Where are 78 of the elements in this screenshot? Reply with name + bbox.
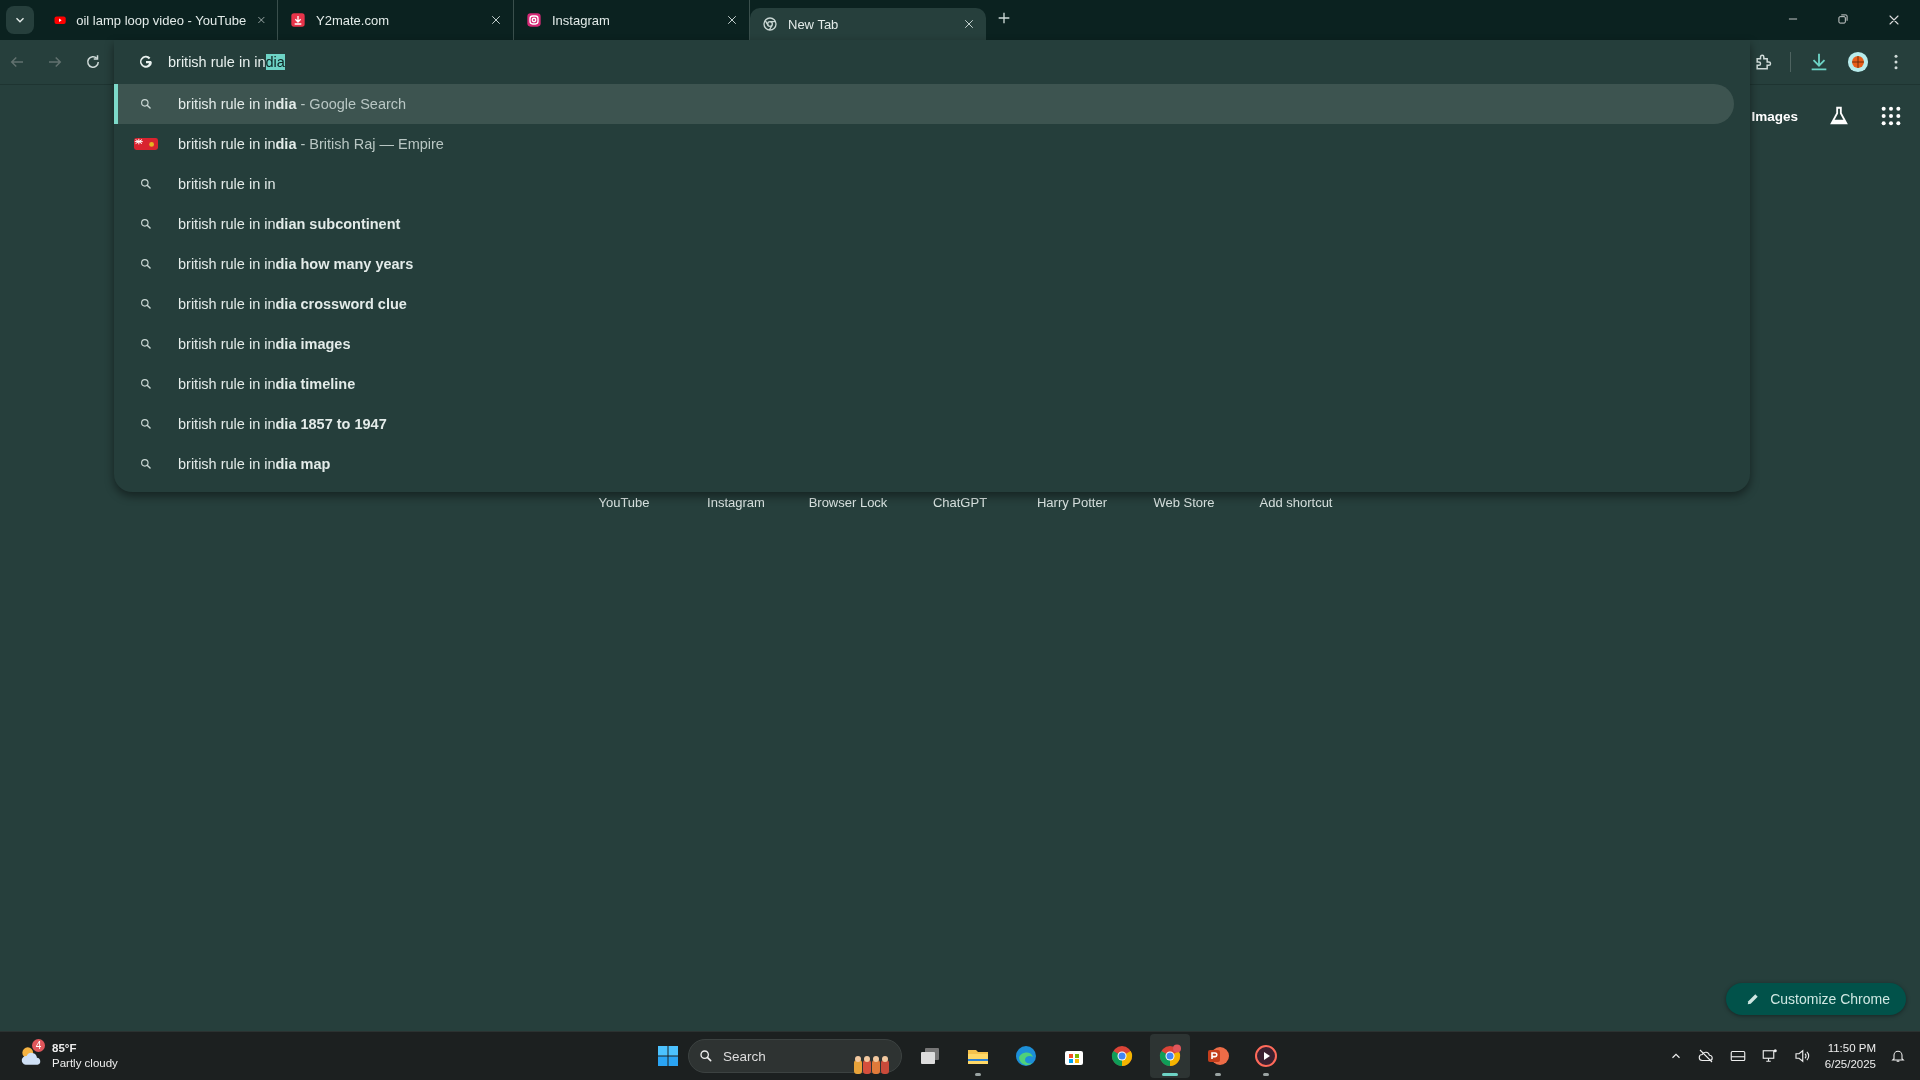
clock-date[interactable]: 6/25/2025 [1824, 1056, 1876, 1072]
search-icon [139, 217, 153, 231]
search-icon [698, 1048, 714, 1064]
search-icon [139, 257, 153, 271]
suggestion-item[interactable]: british rule in india how many years [114, 244, 1734, 284]
google-logo-icon [138, 54, 154, 70]
weather-condition: Partly cloudy [52, 1056, 118, 1071]
suggestion-text: british rule in india map [178, 456, 331, 472]
search-icon [139, 177, 153, 191]
clock-time[interactable]: 11:50 PM [1827, 1040, 1876, 1056]
search-icon [139, 417, 153, 431]
reload-icon[interactable] [84, 53, 102, 71]
search-icon [139, 337, 153, 351]
suggestion-text: british rule in india timeline [178, 376, 356, 392]
tab-title: Instagram [552, 12, 611, 28]
suggestion-text: british rule in india - British Raj — Empire [178, 136, 444, 152]
plus-icon[interactable] [996, 10, 1012, 26]
shortcut-label[interactable]: YouTube [568, 495, 680, 510]
shortcut-label[interactable]: ChatGPT [904, 495, 1016, 510]
suggestion-item[interactable]: british rule in india images [114, 324, 1734, 364]
flask-icon[interactable] [1828, 105, 1850, 127]
pencil-icon [1746, 992, 1761, 1006]
chrome-logo-icon [1158, 1044, 1182, 1068]
suggestion-text: british rule in india how many years [178, 256, 414, 272]
suggestion-text: british rule in india crossword clue [178, 296, 407, 312]
suggestion-text: british rule in india images [178, 336, 351, 352]
close-icon[interactable] [725, 13, 739, 27]
notification-badge: 4 [32, 1039, 45, 1052]
close-icon[interactable] [962, 17, 976, 31]
shortcut-label[interactable]: Browser Lock [792, 495, 904, 510]
tab-title: New Tab [788, 16, 840, 32]
shortcut-label[interactable]: Instagram [680, 495, 792, 510]
search-icon [139, 457, 153, 471]
temperature-text: 85°F [52, 1041, 78, 1056]
suggestion-text: british rule in india 1857 to 1947 [178, 416, 387, 432]
cloud-off-icon[interactable] [1696, 1047, 1715, 1065]
search-icon [139, 377, 153, 391]
chrome-logo-icon [762, 16, 778, 32]
download-logo-icon [290, 12, 306, 28]
slides-logo-icon [1206, 1044, 1230, 1068]
suggestion-item[interactable]: british rule in india 1857 to 1947 [114, 404, 1734, 444]
tab-title: oil lamp loop video - YouTube [76, 12, 247, 28]
windows-logo-icon[interactable] [656, 1044, 680, 1068]
suggestion-item[interactable]: british rule in india map [114, 444, 1734, 484]
shortcut-label[interactable]: Harry Potter [1016, 495, 1128, 510]
tab-search-button[interactable] [6, 6, 34, 34]
taskbar-search-field[interactable]: Search [688, 1039, 902, 1073]
camera-logo-icon [526, 12, 542, 28]
puzzle-piece-icon[interactable] [1753, 52, 1773, 72]
close-icon[interactable] [489, 13, 503, 27]
address-field[interactable]: british rule in india [168, 54, 285, 70]
tab-title: Y2mate.com [316, 12, 390, 28]
bell-icon[interactable] [1890, 1048, 1906, 1064]
suggestion-text: british rule in india - Google Search [178, 96, 407, 112]
suggestion-item[interactable]: british rule in in [114, 164, 1734, 204]
suggestion-item[interactable]: british rule in india - Google Search [114, 84, 1734, 124]
chrome-logo-icon [1110, 1044, 1134, 1068]
suggestion-item[interactable]: british rule in india timeline [114, 364, 1734, 404]
apps-grid-icon[interactable] [1880, 105, 1902, 127]
shortcut-label[interactable]: Web Store [1128, 495, 1240, 510]
avatar-icon[interactable] [1847, 51, 1869, 73]
suggestion-item[interactable]: british rule in indian subcontinent [114, 204, 1734, 244]
suggestion-text: british rule in indian subcontinent [178, 216, 401, 232]
search-icon [139, 97, 153, 111]
speaker-icon[interactable] [1792, 1047, 1811, 1065]
suggestion-item[interactable]: british rule in india - British Raj — Empire [114, 124, 1734, 164]
restore-icon[interactable] [1836, 12, 1850, 26]
shortcut-label[interactable]: Add shortcut [1240, 495, 1352, 510]
taskbar-app[interactable] [1150, 1034, 1190, 1078]
customize-button[interactable]: Customize Chrome [1726, 983, 1906, 1015]
search-icon [139, 297, 153, 311]
play-circle-icon [1254, 1044, 1278, 1068]
images-link[interactable]: Images [1751, 108, 1798, 124]
suggestion-text: british rule in in [178, 176, 276, 192]
browser-tab[interactable]: New Tab [750, 8, 986, 40]
suggestion-item[interactable]: british rule in india crossword clue [114, 284, 1734, 324]
edge-logo-icon [1014, 1044, 1038, 1068]
monitor-icon[interactable] [1760, 1047, 1779, 1065]
